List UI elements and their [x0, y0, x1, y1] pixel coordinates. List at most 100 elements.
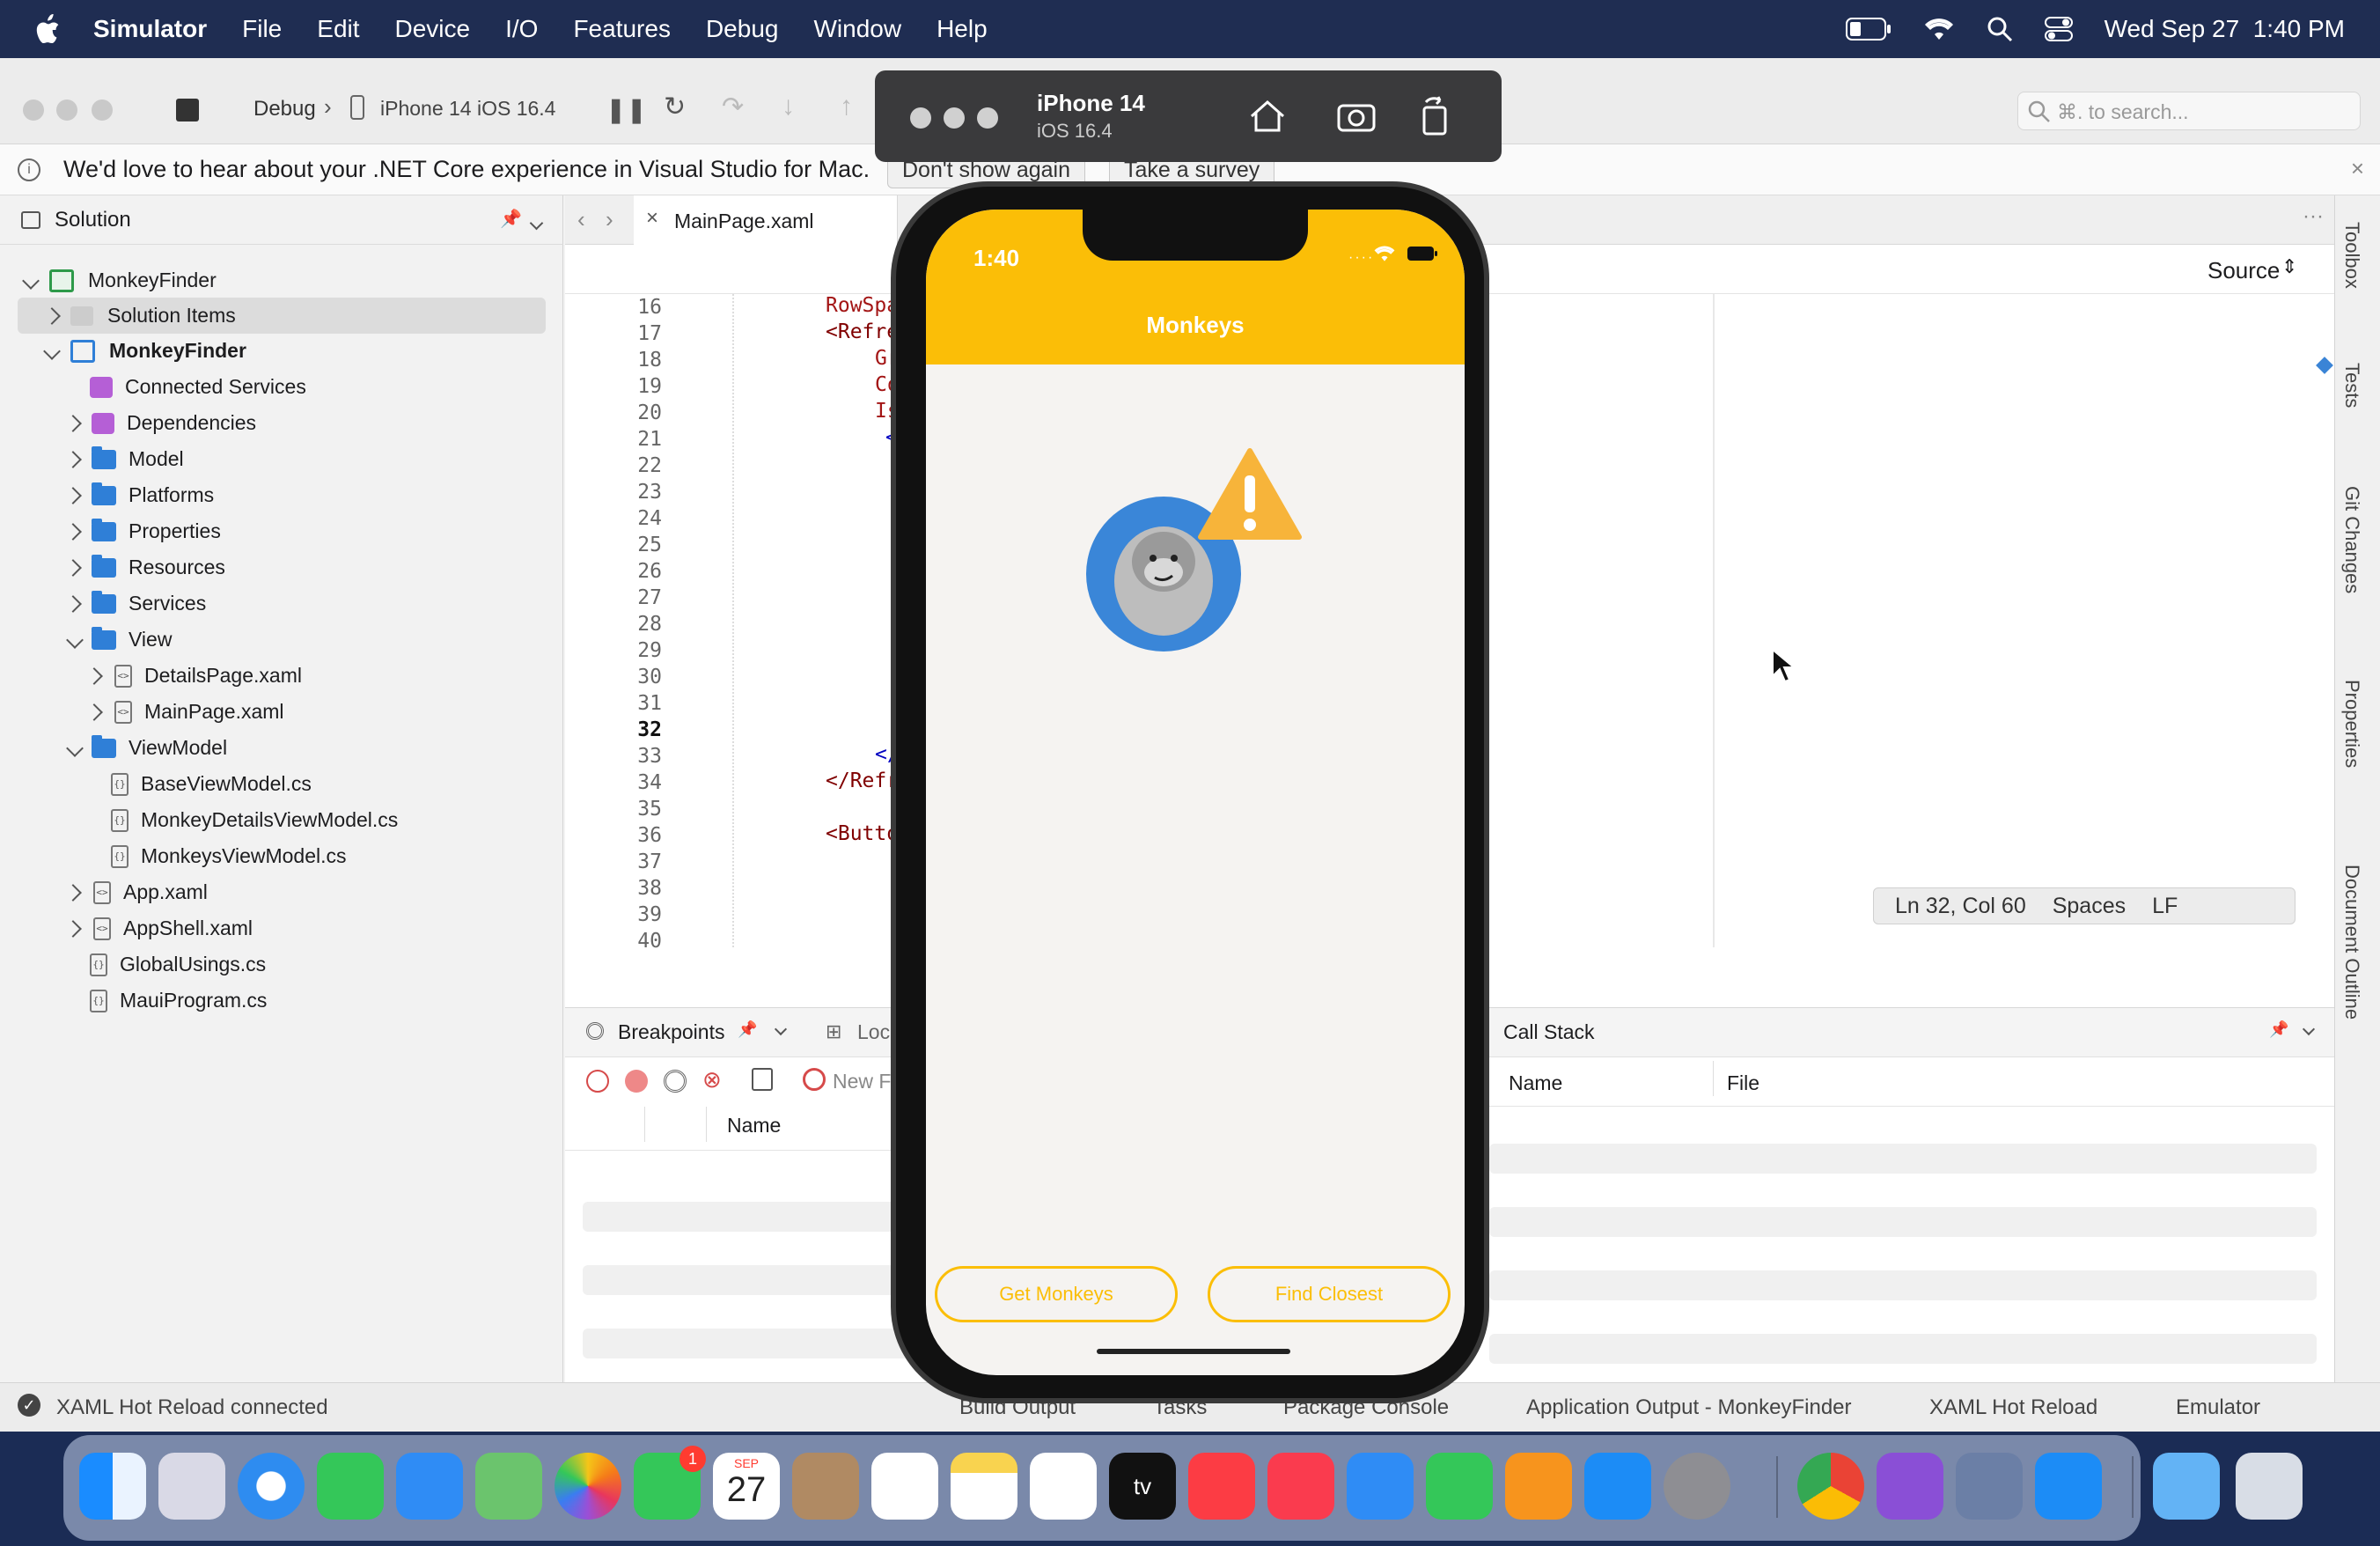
tree-item-monkeydetailsviewmodel[interactable]: {} MonkeyDetailsViewModel.cs: [0, 802, 563, 838]
tab-breakpoints[interactable]: Breakpoints: [618, 1020, 724, 1044]
code-line-17[interactable]: <Refre: [826, 320, 899, 343]
device-selector[interactable]: iPhone 14 iOS 16.4: [380, 97, 555, 121]
enable-breakpoints-icon[interactable]: [586, 1070, 609, 1093]
tab-locals[interactable]: Loc: [857, 1020, 890, 1044]
home-indicator[interactable]: [1097, 1349, 1290, 1354]
tree-item-dependencies[interactable]: Dependencies: [0, 405, 563, 441]
menu-window[interactable]: Window: [813, 15, 901, 43]
window-minimize-button[interactable]: [56, 99, 77, 121]
tree-item-connected-services[interactable]: Connected Services: [0, 369, 563, 405]
menu-features[interactable]: Features: [573, 15, 671, 43]
spotlight-search-icon[interactable]: [1987, 16, 2013, 42]
chevron-right-icon[interactable]: [85, 700, 103, 724]
tree-item-resources[interactable]: Resources: [0, 549, 563, 585]
control-center-icon[interactable]: [2044, 17, 2073, 41]
step-into-icon[interactable]: ↓: [782, 92, 795, 121]
document-outline-tab[interactable]: Document Outline: [2340, 865, 2363, 1020]
tab-xaml-hot-reload[interactable]: XAML Hot Reload: [1929, 1395, 2097, 1420]
window-zoom-button[interactable]: [92, 99, 113, 121]
menu-device[interactable]: Device: [395, 15, 471, 43]
notes-icon[interactable]: [951, 1453, 1017, 1520]
tree-item-viewmodel[interactable]: ViewModel: [0, 730, 563, 766]
tests-tab[interactable]: Tests: [2340, 363, 2363, 408]
cursor-position[interactable]: Ln 32, Col 60: [1895, 894, 2026, 919]
system-settings-icon[interactable]: [1664, 1453, 1730, 1520]
chevron-right-icon[interactable]: [64, 411, 82, 435]
toolbox-tab[interactable]: Toolbox: [2340, 222, 2363, 289]
chevron-down-icon[interactable]: [43, 339, 61, 363]
tab-application-output[interactable]: Application Output - MonkeyFinder: [1526, 1395, 1852, 1420]
menu-debug[interactable]: Debug: [706, 15, 779, 43]
chevron-down-icon[interactable]: [66, 628, 84, 652]
rotate-icon[interactable]: [1417, 95, 1452, 136]
freeform-icon[interactable]: [1030, 1453, 1097, 1520]
code-line-39[interactable]: <Butto: [826, 822, 899, 845]
facetime-icon[interactable]: 1: [634, 1446, 706, 1520]
chrome-icon[interactable]: [1797, 1453, 1864, 1520]
back-icon[interactable]: ‹: [577, 206, 585, 233]
wifi-icon[interactable]: [1923, 17, 1955, 41]
hot-reload-status[interactable]: XAML Hot Reload connected: [56, 1395, 328, 1420]
mail-icon[interactable]: [396, 1453, 463, 1520]
screenshot-icon[interactable]: [1336, 99, 1377, 134]
sim-close-button[interactable]: [910, 107, 931, 129]
tree-item-services[interactable]: Services: [0, 585, 563, 622]
menu-help[interactable]: Help: [937, 15, 988, 43]
code-line-37[interactable]: </Refr: [826, 769, 899, 792]
home-icon[interactable]: [1248, 97, 1287, 136]
tree-item-platforms[interactable]: Platforms: [0, 477, 563, 513]
numbers-icon[interactable]: [1426, 1453, 1493, 1520]
maps-icon[interactable]: [475, 1453, 542, 1520]
more-icon[interactable]: ···: [2303, 204, 2324, 229]
finder-icon[interactable]: [79, 1453, 146, 1520]
contacts-icon[interactable]: [792, 1453, 859, 1520]
step-over-icon[interactable]: ↷: [722, 92, 744, 122]
tree-item-view[interactable]: View: [0, 622, 563, 658]
safari-icon[interactable]: [238, 1453, 305, 1520]
chevron-right-icon[interactable]: [64, 592, 82, 615]
tree-item-globalusings[interactable]: {} GlobalUsings.cs: [0, 946, 563, 983]
tree-item-properties[interactable]: Properties: [0, 513, 563, 549]
pin-icon[interactable]: 📌: [500, 208, 522, 230]
chevron-right-icon[interactable]: [64, 447, 82, 471]
tree-item-solution[interactable]: MonkeyFinder: [0, 262, 563, 298]
chevron-right-icon[interactable]: [64, 519, 82, 543]
tree-item-model[interactable]: Model: [0, 441, 563, 477]
chevron-right-icon[interactable]: [64, 880, 82, 904]
downloads-folder-icon[interactable]: [2153, 1453, 2220, 1520]
code-line-16[interactable]: RowSpa: [826, 294, 899, 317]
apple-tv-icon[interactable]: tv: [1109, 1453, 1176, 1520]
tree-item-app-xaml[interactable]: <> App.xaml: [0, 874, 563, 910]
chevron-down-icon[interactable]: [66, 736, 84, 760]
config-selector[interactable]: Debug: [253, 97, 316, 121]
chevron-right-icon[interactable]: [85, 664, 103, 688]
tree-item-mainpage[interactable]: <> MainPage.xaml: [0, 694, 563, 730]
git-changes-tab[interactable]: Git Changes: [2340, 486, 2363, 593]
pause-icon[interactable]: ❚❚: [606, 95, 647, 124]
chevron-down-icon[interactable]: [529, 210, 544, 234]
apple-icon[interactable]: [35, 14, 62, 44]
pages-icon[interactable]: [1505, 1453, 1572, 1520]
step-out-icon[interactable]: ↑: [840, 92, 853, 121]
forward-icon[interactable]: ›: [606, 206, 613, 233]
stop-icon[interactable]: [176, 99, 199, 121]
window-close-button[interactable]: [23, 99, 44, 121]
column-file[interactable]: File: [1727, 1071, 1759, 1095]
clear-all-icon[interactable]: ⊗: [702, 1066, 722, 1093]
tab-emulator[interactable]: Emulator: [2176, 1395, 2260, 1420]
get-monkeys-button[interactable]: Get Monkeys: [935, 1266, 1178, 1322]
tree-item-project[interactable]: MonkeyFinder: [0, 333, 563, 369]
menubar-clock[interactable]: Wed Sep 27 1:40 PM: [2105, 15, 2345, 43]
battery-icon[interactable]: [1845, 18, 1892, 40]
tree-item-appshell-xaml[interactable]: <> AppShell.xaml: [0, 910, 563, 946]
sim-zoom-button[interactable]: [977, 107, 998, 129]
tree-item-solution-items[interactable]: Solution Items: [18, 298, 546, 334]
line-ending-selector[interactable]: LF: [2152, 894, 2178, 919]
tab-mainpage[interactable]: × MainPage.xaml: [634, 195, 898, 245]
chevron-down-icon[interactable]: [774, 1022, 788, 1038]
new-breakpoint-icon[interactable]: [803, 1068, 826, 1091]
chevron-right-icon[interactable]: [64, 483, 82, 507]
source-selector[interactable]: Source: [2207, 257, 2280, 284]
music-icon[interactable]: [1188, 1453, 1255, 1520]
simulator-icon[interactable]: [2035, 1453, 2102, 1520]
